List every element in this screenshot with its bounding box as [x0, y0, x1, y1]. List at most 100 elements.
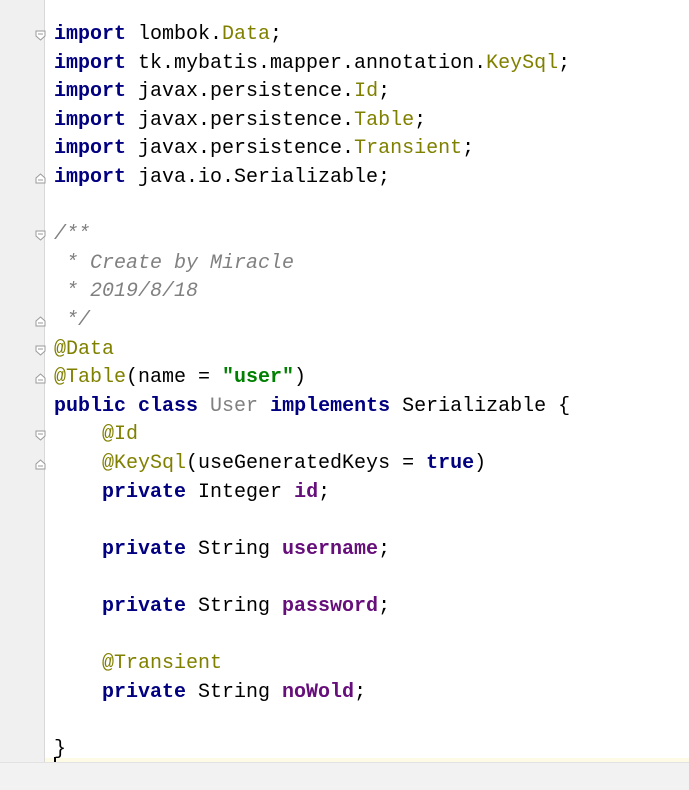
code-line[interactable]: private String noWold; — [54, 679, 570, 708]
code-line[interactable]: public class User implements Serializabl… — [54, 393, 570, 422]
code-line[interactable] — [54, 621, 570, 650]
code-token: import — [54, 51, 127, 75]
code-token: ; — [354, 680, 367, 704]
fold-close-icon[interactable] — [35, 316, 46, 327]
code-token: ; — [270, 23, 283, 46]
code-token: */ — [54, 308, 91, 332]
editor-gutter — [0, 0, 44, 789]
code-token: private — [102, 537, 187, 561]
code-token: Data — [222, 23, 271, 46]
code-token: User — [210, 394, 259, 418]
code-token: ) — [474, 451, 487, 475]
code-token: String — [186, 537, 283, 561]
code-token: ; — [378, 594, 391, 618]
code-line[interactable]: @KeySql(useGeneratedKeys = true) — [54, 450, 570, 479]
code-token: ; — [318, 480, 331, 504]
code-token: (useGeneratedKeys = — [186, 451, 427, 475]
code-line[interactable]: private Integer id; — [54, 479, 570, 508]
code-line[interactable]: * 2019/8/18 — [54, 278, 570, 307]
code-line[interactable]: import javax.persistence.Table; — [54, 107, 570, 136]
code-token: Integer — [186, 480, 295, 504]
code-line[interactable]: private String password; — [54, 593, 570, 622]
code-line[interactable]: @Table(name = "user") — [54, 364, 570, 393]
code-token: implements — [270, 394, 391, 418]
code-token: public class — [54, 394, 199, 418]
code-token: /** — [54, 223, 91, 247]
code-line[interactable]: import tk.mybatis.mapper.annotation.KeyS… — [54, 50, 570, 79]
code-line[interactable] — [54, 507, 570, 536]
fold-close-icon[interactable] — [35, 459, 46, 470]
code-token: noWold — [282, 680, 355, 704]
code-line[interactable]: import lombok.Data; — [54, 21, 570, 50]
code-token: private — [102, 594, 187, 618]
code-token: true — [426, 451, 475, 475]
code-token: lombok. — [126, 23, 223, 46]
code-token: ) — [294, 366, 307, 390]
code-token: @KeySql — [102, 451, 187, 475]
fold-open-icon[interactable] — [35, 30, 46, 41]
code-token: Table — [354, 108, 415, 132]
code-token: @Table — [54, 366, 127, 390]
code-token: import — [54, 165, 127, 189]
code-line[interactable] — [54, 193, 570, 222]
fold-close-icon[interactable] — [35, 373, 46, 384]
code-token: username — [282, 537, 379, 561]
code-token: import — [54, 108, 127, 132]
code-token: "user" — [222, 366, 295, 390]
fold-open-icon[interactable] — [35, 430, 46, 442]
code-token: java.io.Serializable; — [126, 165, 391, 189]
code-token: @Data — [54, 337, 115, 361]
code-line[interactable] — [54, 564, 570, 593]
code-token: ; — [378, 537, 391, 561]
code-line[interactable]: * Create by Miracle — [54, 250, 570, 279]
code-line[interactable]: private String username; — [54, 536, 570, 565]
code-token: Id — [354, 80, 379, 104]
gutter-divider — [44, 0, 45, 789]
code-token: tk.mybatis.mapper.annotation. — [126, 51, 487, 75]
code-line[interactable] — [54, 707, 570, 736]
code-token: * 2019/8/18 — [54, 280, 199, 304]
code-token: Serializable { — [390, 394, 571, 418]
code-token: ; — [558, 51, 571, 75]
code-token: id — [294, 480, 319, 504]
code-token: private — [102, 680, 187, 704]
code-token: KeySql — [486, 51, 559, 75]
code-line[interactable]: */ — [54, 307, 570, 336]
code-token: password — [282, 594, 379, 618]
fold-open-icon[interactable] — [35, 345, 46, 356]
code-editor[interactable]: import lombok.Data; import tk.mybatis.map… — [54, 21, 570, 764]
fold-open-icon[interactable] — [35, 230, 46, 241]
code-token: import — [54, 23, 127, 46]
code-token: @Transient — [102, 652, 223, 676]
code-token: String — [186, 594, 283, 618]
code-token: javax.persistence. — [126, 137, 355, 161]
code-line[interactable]: import javax.persistence.Id; — [54, 78, 570, 107]
code-token: private — [102, 480, 187, 504]
code-token: ; — [414, 108, 427, 132]
code-line[interactable]: import java.io.Serializable; — [54, 164, 570, 193]
code-line[interactable]: @Id — [54, 421, 570, 450]
code-token: * Create by Miracle — [54, 251, 295, 275]
code-token: String — [186, 680, 283, 704]
code-token: javax.persistence. — [126, 80, 355, 104]
code-token: @Id — [102, 423, 139, 447]
code-token: javax.persistence. — [126, 108, 355, 132]
editor-bottom-strip — [0, 762, 689, 790]
code-line[interactable]: /** — [54, 221, 570, 250]
code-line[interactable]: import javax.persistence.Transient; — [54, 135, 570, 164]
code-token: import — [54, 80, 127, 104]
code-line[interactable]: @Data — [54, 336, 570, 365]
code-token: (name = — [126, 366, 223, 390]
fold-close-icon[interactable] — [35, 173, 46, 184]
code-token: Transient — [354, 137, 463, 161]
code-line[interactable]: @Transient — [54, 650, 570, 679]
